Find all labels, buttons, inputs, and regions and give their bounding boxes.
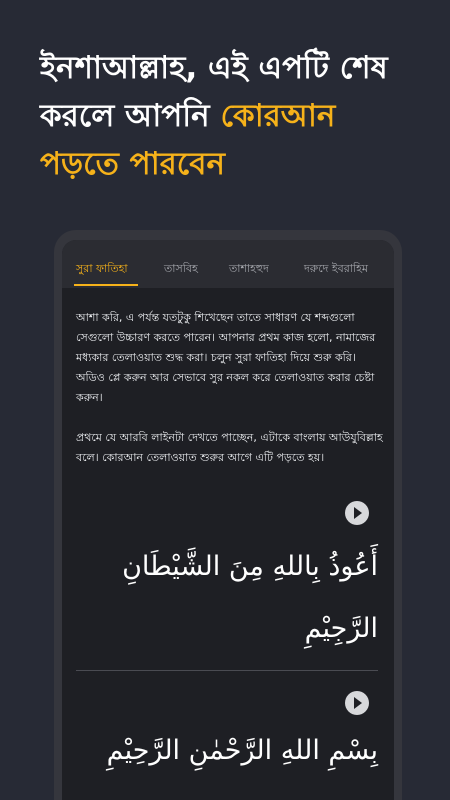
tab-bar: সুরা ফাতিহা তাসবিহ তাশাহহুদ দরুদে ইবরাহি… (62, 240, 394, 288)
headline-line-2: করলে আপনি কোরআন (40, 92, 430, 140)
headline-accent-text: কোরআন (220, 98, 336, 134)
verse-bismillah: بِسْمِ اللهِ الرَّحْمٰنِ الرَّحِيْمِ (106, 735, 378, 766)
auzubillah-paragraph: প্রথমে যে আরবি লাইনটা দেখতে পাচ্ছেন, এটা… (76, 431, 383, 464)
headline-line-1: ইনশাআল্লাহ, এই এপটি শেষ (40, 50, 388, 86)
headline-line-3: পড়তে পারবেন (40, 146, 225, 182)
active-tab-indicator (74, 284, 138, 286)
phone-screen: সুরা ফাতিহা তাসবিহ তাশাহহুদ দরুদে ইবরাহি… (62, 240, 394, 800)
intro-paragraph: আশা করি, এ পর্যন্ত যতটুকু শিখেছেন তাতে স… (76, 311, 376, 404)
divider (76, 670, 378, 671)
verse-auzubillah: أَعُوذُ بِاللهِ مِنَ الشَّيْطَانِ الرَّج… (122, 551, 378, 644)
tab-tasbih[interactable]: তাসবিহ (164, 260, 198, 279)
headline-line-2-text: করলে আপনি (40, 98, 221, 134)
play-icon[interactable] (345, 501, 369, 525)
play-icon[interactable] (345, 691, 369, 715)
promo-headline: ইনশাআল্লাহ, এই এপটি শেষ করলে আপনি কোরআন … (40, 44, 430, 188)
tab-sura-fatiha[interactable]: সুরা ফাতিহা (76, 260, 128, 279)
tab-tashahhud[interactable]: তাশাহহুদ (229, 260, 269, 279)
tab-durud-ibrahim[interactable]: দরুদে ইবরাহিম (304, 260, 368, 279)
